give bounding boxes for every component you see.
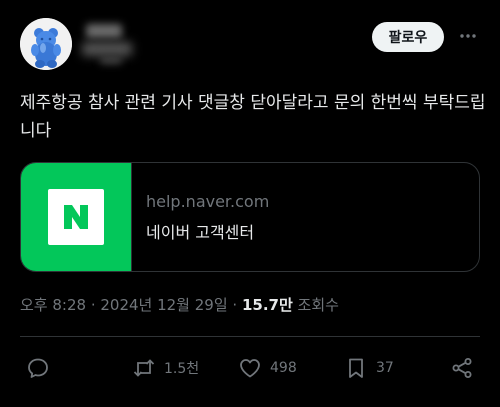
naver-logo-icon [48,189,104,245]
avatar[interactable] [20,18,72,70]
follow-button[interactable]: 팔로우 [372,22,444,52]
bookmark-count: 37 [376,360,394,376]
bookmark-icon [349,358,363,378]
like-button[interactable]: 498 [238,352,297,384]
gummy-bear-icon [20,18,72,70]
retweet-count: 1.5천 [164,361,200,377]
card-title: 네이버 고객센터 [146,222,255,242]
reply-icon [28,358,48,378]
more-button[interactable] [456,24,480,48]
bookmark-button[interactable]: 37 [344,352,394,384]
timestamp[interactable]: 오후 8:28 · 2024년 12월 29일 · [20,296,242,314]
share-button[interactable] [450,352,474,384]
tweet-text: 제주항공 참사 관련 기사 댓글창 닫아달라고 문의 한번씩 부탁드립니다 [20,93,486,141]
views-label: 조회수 [292,296,339,314]
author-name-blurred[interactable] [82,20,142,64]
divider [20,336,480,337]
share-icon [452,358,472,378]
retweet-icon [133,359,155,377]
link-card[interactable]: help.naver.com 네이버 고객센터 [20,162,480,272]
heart-icon [240,359,260,378]
card-domain: help.naver.com [146,191,270,211]
reply-button[interactable] [26,352,50,384]
like-count: 498 [270,360,297,376]
tweet-meta: 오후 8:28 · 2024년 12월 29일 · 15.7만 조회수 [20,294,339,315]
more-horizontal-icon [460,34,476,38]
retweet-button[interactable]: 1.5천 [132,352,199,384]
card-thumbnail [21,163,132,271]
views-count: 15.7만 [241,296,293,314]
action-bar: 1.5천 498 37 [0,352,500,384]
